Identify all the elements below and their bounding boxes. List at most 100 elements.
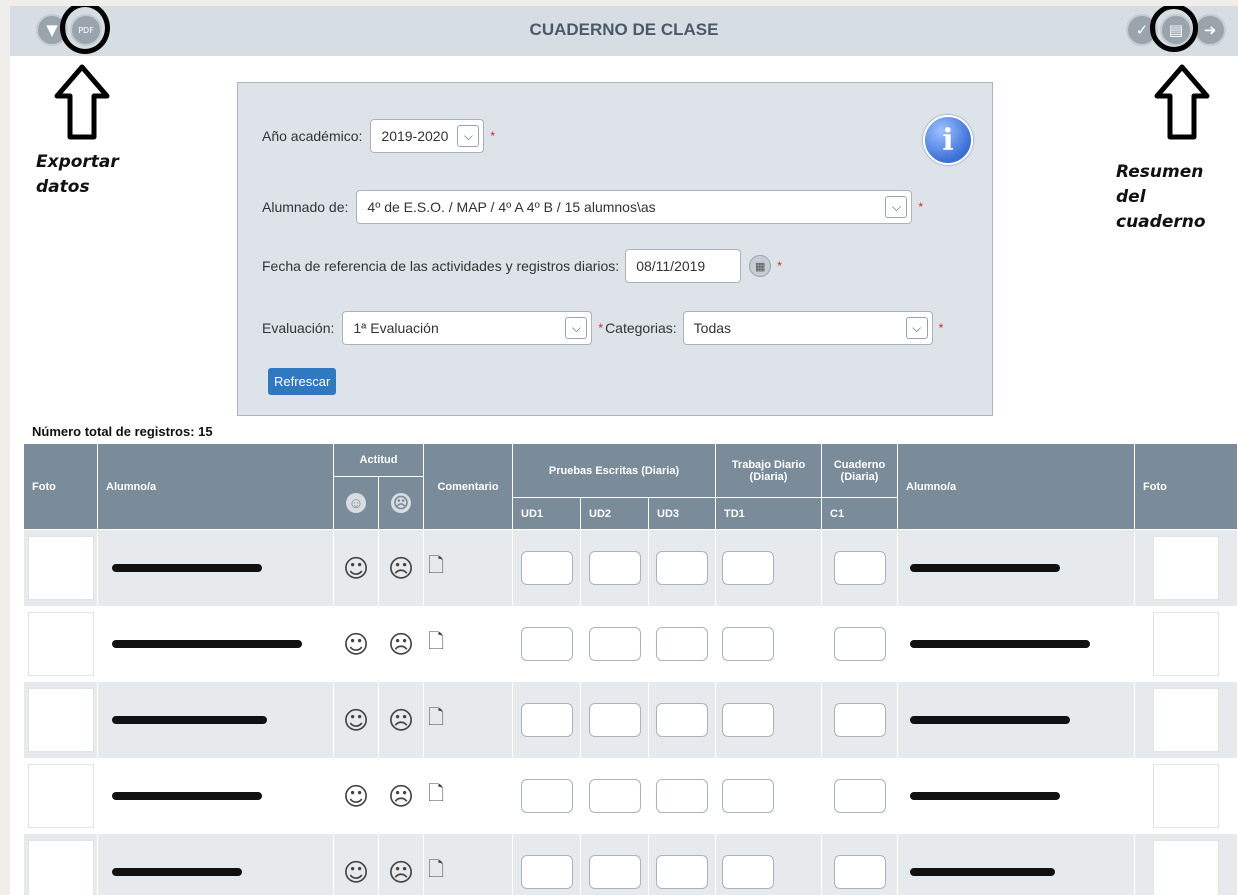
- year-label: Año académico:: [262, 128, 363, 144]
- add-comment-icon[interactable]: 🗋: [428, 779, 444, 813]
- grade-input-ud1[interactable]: [520, 855, 573, 889]
- redacted-name[interactable]: [112, 564, 262, 572]
- positive-cell: ☺: [334, 682, 379, 758]
- grade-input-ud1[interactable]: [520, 703, 573, 737]
- student-name-cell-2: [898, 758, 1135, 834]
- grade-input-ud2[interactable]: [588, 627, 641, 661]
- arrow-up-icon: [54, 64, 110, 140]
- redacted-name[interactable]: [112, 868, 242, 876]
- filter-panel: i Año académico: 2019-2020 ⌵ * Alumnado …: [237, 82, 993, 416]
- annotation-line: datos: [36, 177, 90, 197]
- grade-input-c1[interactable]: [833, 551, 886, 585]
- student-photo: [27, 764, 94, 828]
- redacted-name[interactable]: [112, 792, 262, 800]
- student-name-cell[interactable]: [98, 682, 334, 758]
- col-header-td1: TD1: [716, 498, 822, 530]
- grade-input-ud2[interactable]: [588, 779, 641, 813]
- ud2-cell: [581, 682, 649, 758]
- grade-input-ud2[interactable]: [588, 703, 641, 737]
- student-photo: [1153, 688, 1219, 752]
- grade-input-td1[interactable]: [722, 551, 774, 585]
- refresh-button[interactable]: Refrescar: [268, 368, 337, 395]
- exit-icon[interactable]: ➜: [1194, 14, 1226, 46]
- td1-cell: [716, 530, 822, 606]
- info-icon[interactable]: i: [923, 115, 973, 165]
- grade-input-c1[interactable]: [833, 855, 886, 889]
- redacted-name[interactable]: [112, 716, 267, 724]
- positive-cell: ☺: [334, 530, 379, 606]
- student-name-cell[interactable]: [98, 530, 334, 606]
- grade-input-ud1[interactable]: [520, 779, 573, 813]
- c1-cell: [822, 606, 898, 682]
- student-name-cell[interactable]: [98, 606, 334, 682]
- add-comment-icon[interactable]: 🗋: [428, 627, 444, 661]
- calendar-icon[interactable]: ▦: [749, 255, 772, 277]
- grade-input-ud1[interactable]: [520, 551, 573, 585]
- smile-icon[interactable]: ☺: [343, 632, 369, 657]
- grade-input-td1[interactable]: [722, 779, 774, 813]
- chevron-down-icon[interactable]: ⌵: [905, 317, 928, 339]
- ud2-cell: [581, 834, 649, 895]
- grade-input-ud3[interactable]: [656, 551, 708, 585]
- add-comment-icon[interactable]: 🗋: [428, 855, 444, 889]
- col-header-foto-2: Foto: [1135, 444, 1238, 530]
- year-row: Año académico: 2019-2020 ⌵ *: [262, 119, 495, 153]
- grade-input-c1[interactable]: [833, 627, 886, 661]
- smile-icon[interactable]: ☺: [343, 860, 369, 885]
- add-comment-icon[interactable]: 🗋: [428, 703, 444, 737]
- sad-face-icon[interactable]: ☹: [388, 632, 414, 657]
- sad-face-icon[interactable]: ☹: [388, 784, 414, 809]
- student-name-cell[interactable]: [98, 834, 334, 895]
- col-header-pruebas: Pruebas Escritas (Diaria): [513, 444, 716, 498]
- photo-cell-2: [1135, 758, 1238, 834]
- smile-icon[interactable]: ☺: [343, 556, 369, 581]
- sad-face-icon[interactable]: ☹: [388, 860, 414, 885]
- year-select[interactable]: 2019-2020 ⌵: [370, 119, 485, 153]
- student-name-cell[interactable]: [98, 758, 334, 834]
- grade-input-ud1[interactable]: [520, 627, 573, 661]
- add-comment-icon[interactable]: 🗋: [428, 551, 444, 585]
- students-row: Alumnado de: 4º de E.S.O. / MAP / 4º A 4…: [262, 190, 923, 224]
- ud3-cell: [649, 834, 716, 895]
- eval-select[interactable]: 1ª Evaluación ⌵: [342, 311, 593, 345]
- negative-cell: ☹: [379, 834, 424, 895]
- sad-face-icon[interactable]: ☹: [388, 556, 414, 581]
- grade-input-ud3[interactable]: [656, 703, 708, 737]
- ud1-cell: [513, 530, 581, 606]
- c1-cell: [822, 530, 898, 606]
- grade-input-ud2[interactable]: [588, 551, 641, 585]
- grade-input-ud3[interactable]: [656, 855, 708, 889]
- student-name-cell-2: [898, 530, 1135, 606]
- required-mark: *: [918, 200, 924, 214]
- negative-cell: ☹: [379, 530, 424, 606]
- redacted-name[interactable]: [112, 640, 302, 648]
- grade-input-td1[interactable]: [722, 627, 774, 661]
- col-header-alumno-2: Alumno/a: [898, 444, 1135, 530]
- chevron-down-icon[interactable]: ⌵: [457, 125, 480, 147]
- sad-face-icon[interactable]: ☹: [388, 708, 414, 733]
- student-photo: [1153, 536, 1219, 600]
- grade-input-ud3[interactable]: [656, 779, 708, 813]
- grade-input-td1[interactable]: [722, 855, 774, 889]
- smile-icon[interactable]: ☺: [343, 784, 369, 809]
- student-name-cell-2: [898, 834, 1135, 895]
- smile-icon[interactable]: ☺: [343, 708, 369, 733]
- grade-input-c1[interactable]: [833, 703, 886, 737]
- photo-cell-2: [1135, 834, 1238, 895]
- grade-input-ud3[interactable]: [656, 627, 708, 661]
- date-input[interactable]: 08/11/2019: [625, 249, 742, 283]
- grade-input-ud2[interactable]: [588, 855, 641, 889]
- grade-input-c1[interactable]: [833, 779, 886, 813]
- annotation-line: Resumen: [1116, 162, 1204, 182]
- chevron-down-icon[interactable]: ⌵: [885, 196, 908, 218]
- ud3-cell: [649, 758, 716, 834]
- negative-cell: ☹: [379, 758, 424, 834]
- students-select[interactable]: 4º de E.S.O. / MAP / 4º A 4º B / 15 alum…: [356, 190, 913, 224]
- categories-select[interactable]: Todas ⌵: [682, 311, 933, 345]
- col-header-alumno: Alumno/a: [98, 444, 334, 530]
- chevron-down-icon[interactable]: ⌵: [565, 317, 588, 339]
- grade-input-td1[interactable]: [722, 703, 774, 737]
- ud1-cell: [513, 758, 581, 834]
- negative-cell: ☹: [379, 606, 424, 682]
- positive-cell: ☺: [334, 758, 379, 834]
